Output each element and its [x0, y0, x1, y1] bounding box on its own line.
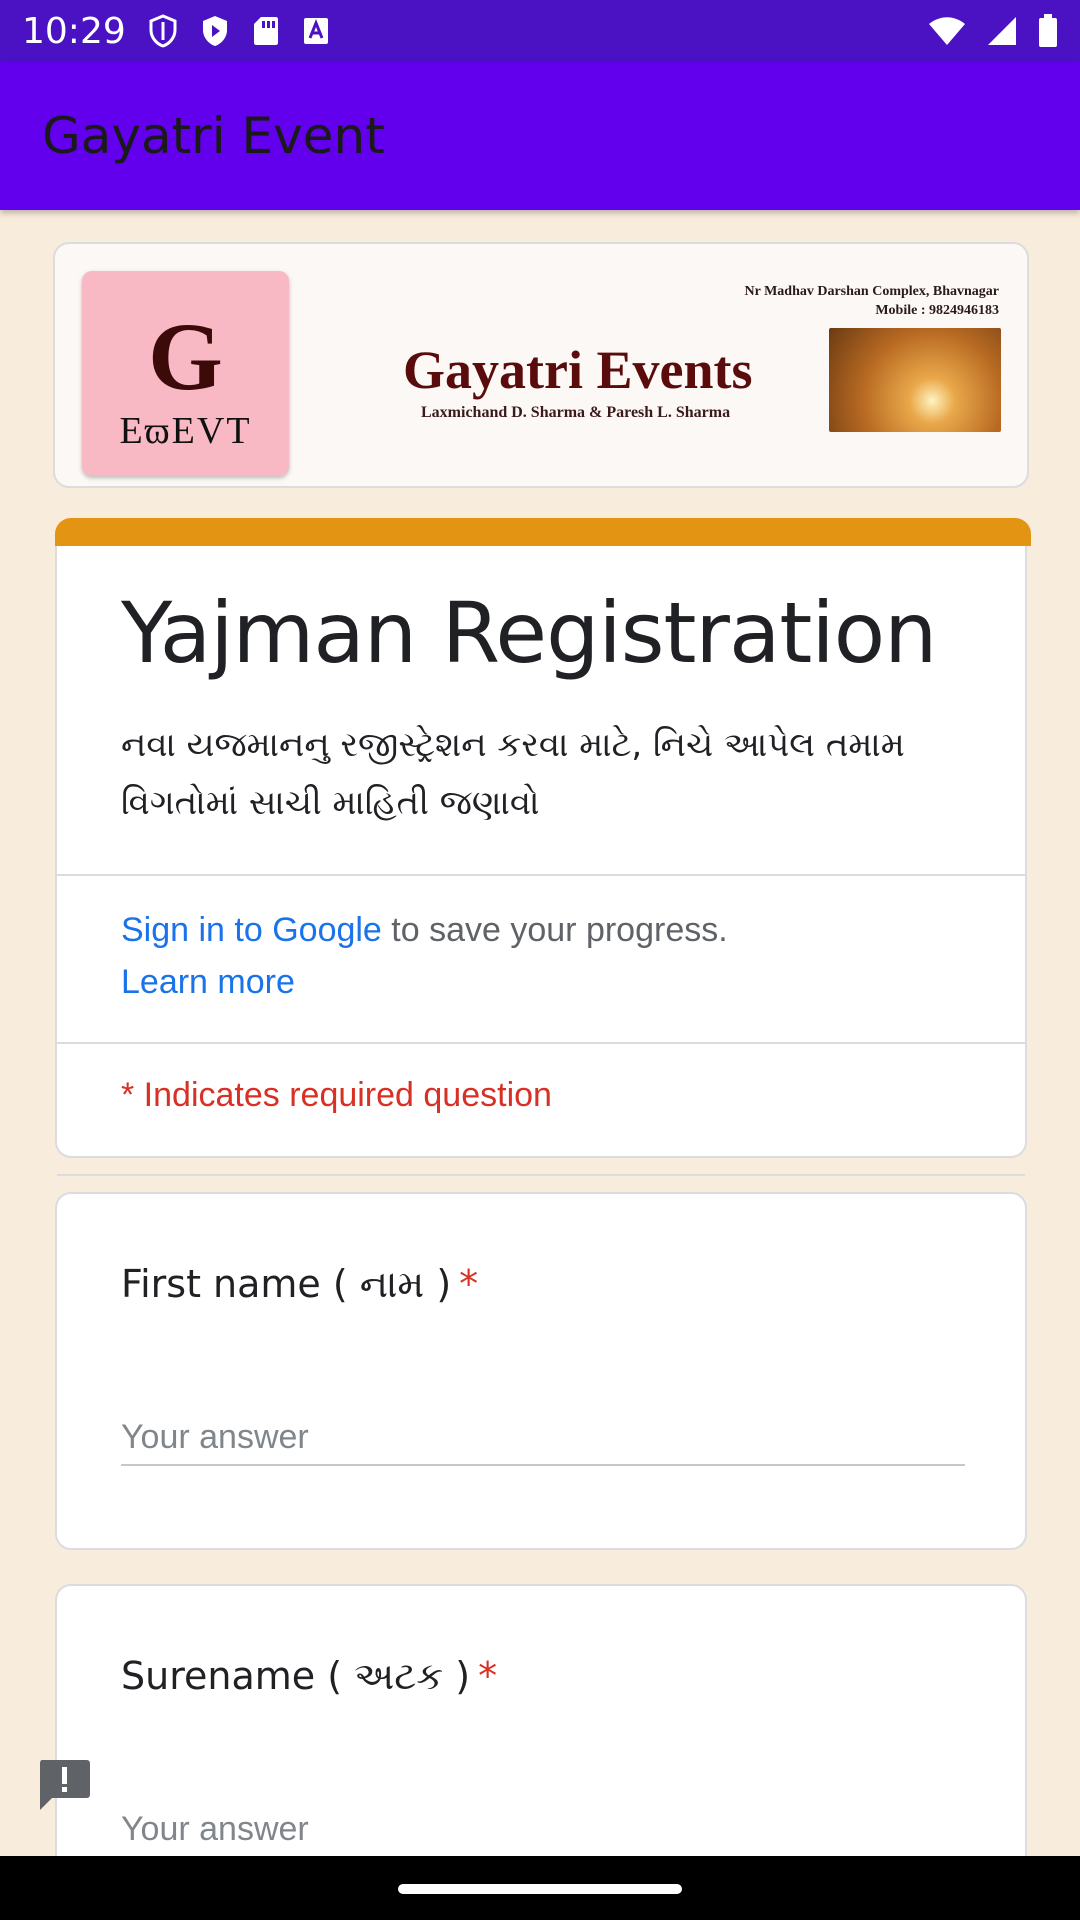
- divider: [57, 874, 1025, 876]
- system-navigation-bar: [0, 1856, 1080, 1920]
- sign-in-notice: Sign in to Google to save your progress.…: [121, 904, 728, 1008]
- divider: [57, 1042, 1025, 1044]
- question-label: First name ( નામ ) *: [121, 1262, 478, 1307]
- question-label: Surename ( અટક ) *: [121, 1654, 497, 1699]
- app-title: Gayatri Event: [42, 107, 385, 165]
- banner-mobile: Mobile : 9824946183: [875, 303, 999, 318]
- form-content[interactable]: G EϖEVT Nr Madhav Darshan Complex, Bhavn…: [0, 210, 1080, 1856]
- home-gesture-handle[interactable]: [398, 1884, 682, 1894]
- question-label-text: First name ( નામ ): [121, 1262, 452, 1306]
- required-note: * Indicates required question: [121, 1076, 552, 1114]
- status-time: 10:29: [22, 10, 126, 52]
- text-icon: [302, 16, 330, 46]
- gayatri-event-logo: G EϖEVT: [82, 271, 289, 476]
- learn-more-link[interactable]: Learn more: [121, 963, 295, 1001]
- theme-accent-strip: [55, 518, 1031, 546]
- banner-business-name: Gayatri Events: [403, 340, 753, 400]
- report-feedback-icon[interactable]: [36, 1758, 92, 1812]
- havan-photo: [829, 328, 1001, 432]
- required-asterisk: *: [478, 1654, 498, 1698]
- logo-letter: G: [148, 303, 223, 410]
- sd-card-icon: [252, 15, 280, 47]
- sign-in-text: to save your progress.: [381, 911, 728, 949]
- divider: [57, 1174, 1025, 1176]
- app-bar: Gayatri Event: [0, 62, 1080, 210]
- play-protect-icon: [200, 14, 230, 48]
- question-label-text: Surename ( અટક ): [121, 1654, 471, 1698]
- sign-in-link[interactable]: Sign in to Google: [121, 911, 382, 949]
- question-card-first-name: First name ( નામ ) *: [55, 1192, 1027, 1550]
- banner-contact: Nr Madhav Darshan Complex, Bhavnagar Mob…: [745, 282, 1000, 320]
- form-description: નવા યજમાનનુ રજીસ્ટ્રેશન કરવા માટે, નિચે …: [121, 725, 905, 823]
- form-title: Yajman Registration: [121, 584, 937, 682]
- banner-owners: Laxmichand D. Sharma & Paresh L. Sharma: [421, 404, 731, 421]
- question-card-surname: Surename ( અટક ) *: [55, 1584, 1027, 1856]
- surname-input[interactable]: [121, 1802, 965, 1856]
- status-bar: 10:29: [0, 0, 1080, 62]
- battery-icon: [1038, 14, 1058, 48]
- banner-address: Nr Madhav Darshan Complex, Bhavnagar: [744, 284, 1000, 299]
- logo-subtext: EϖEVT: [119, 410, 252, 452]
- first-name-input[interactable]: [121, 1410, 965, 1466]
- status-right-icons: [928, 14, 1058, 48]
- wifi-icon: [928, 16, 966, 46]
- signal-icon: [986, 16, 1018, 46]
- form-header-card: Yajman Registration નવા યજમાનનુ રજીસ્ટ્ર…: [55, 518, 1031, 1176]
- header-banner-image: G EϖEVT Nr Madhav Darshan Complex, Bhavn…: [53, 242, 1029, 488]
- required-asterisk: *: [459, 1262, 479, 1306]
- status-left-icons: [148, 14, 330, 48]
- shield-icon: [148, 14, 178, 48]
